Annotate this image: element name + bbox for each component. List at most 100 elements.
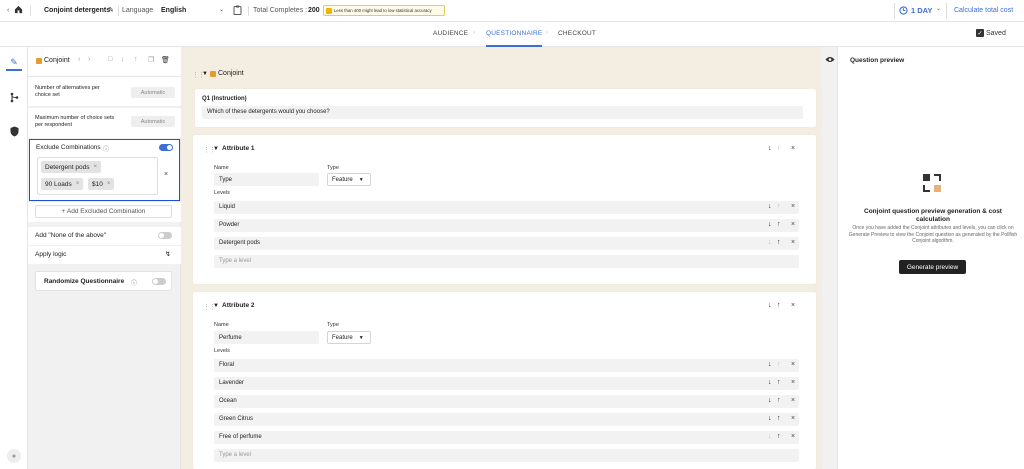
move-down-icon[interactable]: ↓	[768, 221, 772, 228]
delete-level-icon[interactable]: ×	[791, 433, 795, 440]
level-row[interactable]: Ocean	[214, 395, 799, 408]
add-excluded-button[interactable]: + Add Excluded Combination	[35, 205, 172, 218]
attribute-type-select[interactable]: Feature ▼	[327, 173, 371, 186]
move-down-icon[interactable]: ↓	[768, 397, 772, 404]
attribute-name-input[interactable]: Perfume	[214, 331, 319, 344]
level-row[interactable]: Powder	[214, 219, 799, 232]
prev-block-icon[interactable]: ‹	[78, 56, 80, 63]
level-row[interactable]: Green Citrus	[214, 413, 799, 426]
duration-chevron-icon[interactable]: ⌄	[936, 5, 941, 12]
home-icon[interactable]	[14, 5, 23, 16]
chevron-down-icon[interactable]: ⌄	[219, 6, 224, 13]
eye-icon[interactable]	[825, 56, 835, 65]
question-text[interactable]: Which of these detergents would you choo…	[202, 106, 803, 119]
delete-attribute-icon[interactable]: ×	[791, 145, 795, 152]
none-of-above-label: Add "None of the above"	[35, 232, 107, 239]
calculate-cost-link[interactable]: Calculate total cost	[954, 7, 1013, 14]
collapse-attribute-icon[interactable]: ▼	[213, 146, 219, 152]
level-row[interactable]: Free of perfume	[214, 431, 799, 444]
tab-audience[interactable]: AUDIENCE	[433, 30, 468, 37]
move-down-icon[interactable]: ↓	[768, 361, 772, 368]
attribute-name-input[interactable]: Type	[214, 173, 319, 186]
chip-90-loads[interactable]: 90 Loads ×	[41, 178, 84, 190]
chip-label: 90 Loads	[45, 180, 72, 188]
attribute-type-select[interactable]: Feature ▼	[327, 331, 371, 344]
question-card-q1[interactable]: Q1 (Instruction) Which of these detergen…	[195, 89, 816, 127]
remove-combination-icon[interactable]: ×	[164, 171, 168, 178]
language-label: Language	[122, 7, 154, 14]
help-bulb-icon[interactable]: ●	[7, 449, 21, 463]
new-level-input[interactable]: Type a level	[214, 255, 799, 268]
delete-icon[interactable]: 🗑	[161, 56, 170, 64]
collapse-block-icon[interactable]: ▼	[202, 71, 208, 77]
clipboard-icon[interactable]	[233, 5, 242, 17]
language-separator	[118, 6, 119, 16]
none-of-above-toggle[interactable]	[158, 232, 172, 239]
level-row[interactable]: Floral	[214, 359, 799, 372]
move-up-icon[interactable]: ↑	[777, 239, 781, 246]
move-up-icon[interactable]: ↑	[777, 397, 781, 404]
move-down-icon[interactable]: ↓	[768, 415, 772, 422]
move-up-icon[interactable]: ↑	[777, 302, 781, 309]
exclude-toggle[interactable]	[159, 144, 173, 151]
chip-remove-icon[interactable]: ×	[76, 181, 80, 187]
move-down-icon[interactable]: ↓	[768, 145, 772, 152]
level-row[interactable]: Detergent pods	[214, 237, 799, 250]
edit-icon[interactable]: ✎	[6, 55, 22, 71]
delete-level-icon[interactable]: ×	[791, 361, 795, 368]
total-completes-value[interactable]: 200	[308, 7, 320, 14]
collapse-icon[interactable]: □	[108, 56, 112, 63]
delete-attribute-icon[interactable]: ×	[791, 302, 795, 309]
move-up-icon[interactable]: ↑	[134, 56, 138, 63]
move-down-icon[interactable]: ↓	[768, 302, 772, 309]
tab-checkout[interactable]: CHECKOUT	[558, 30, 596, 37]
delete-level-icon[interactable]: ×	[791, 221, 795, 228]
move-up-icon[interactable]: ↑	[777, 145, 781, 152]
move-down-icon[interactable]: ↓	[768, 379, 772, 386]
language-select[interactable]: English	[161, 7, 186, 14]
clock-icon[interactable]	[899, 6, 908, 17]
delete-level-icon[interactable]: ×	[791, 379, 795, 386]
move-down-icon[interactable]: ↓	[121, 56, 125, 63]
generate-preview-button[interactable]: Generate preview	[899, 260, 966, 274]
warning-icon	[326, 7, 332, 14]
delete-level-icon[interactable]: ×	[791, 397, 795, 404]
delete-level-icon[interactable]: ×	[791, 203, 795, 210]
chip-remove-icon[interactable]: ×	[107, 181, 111, 187]
back-icon[interactable]: ‹	[7, 7, 9, 14]
move-down-icon[interactable]: ↓	[768, 239, 772, 246]
move-up-icon[interactable]: ↑	[777, 379, 781, 386]
level-row[interactable]: Liquid	[214, 201, 799, 214]
type-value: Feature	[332, 176, 353, 183]
survey-title[interactable]: Conjoint detergents	[44, 7, 110, 14]
move-up-icon[interactable]: ↑	[777, 221, 781, 228]
move-up-icon[interactable]: ↑	[777, 203, 781, 210]
chip-detergent-pods[interactable]: Detergent pods ×	[41, 161, 101, 173]
collapse-attribute-icon[interactable]: ▼	[213, 303, 219, 309]
move-down-icon[interactable]: ↓	[768, 203, 772, 210]
duplicate-icon[interactable]: ❐	[148, 56, 154, 64]
new-level-input[interactable]: Type a level	[214, 449, 799, 462]
move-up-icon[interactable]: ↑	[777, 361, 781, 368]
move-up-icon[interactable]: ↑	[777, 433, 781, 440]
duration-select[interactable]: 1 DAY	[911, 6, 932, 15]
move-down-icon[interactable]: ↓	[768, 433, 772, 440]
next-block-icon[interactable]: ›	[88, 56, 90, 63]
level-row[interactable]: Lavender	[214, 377, 799, 390]
delete-level-icon[interactable]: ×	[791, 415, 795, 422]
apply-logic-setting[interactable]: Apply logic ↯	[28, 246, 181, 264]
shield-icon[interactable]	[6, 123, 22, 139]
alternatives-input[interactable]: Automatic	[131, 87, 175, 98]
saved-status: Saved	[986, 30, 1006, 37]
logic-branch-icon[interactable]	[6, 89, 22, 105]
step-tabs: AUDIENCE › QUESTIONNAIRE › CHECKOUT ✓ Sa…	[0, 22, 1024, 47]
randomize-toggle[interactable]	[152, 278, 166, 285]
tab-questionnaire[interactable]: QUESTIONNAIRE	[486, 30, 543, 47]
delete-level-icon[interactable]: ×	[791, 239, 795, 246]
max-sets-input[interactable]: Automatic	[131, 116, 175, 127]
logic-branch-icon[interactable]: ↯	[165, 250, 171, 258]
edit-title-icon[interactable]: ✎	[108, 6, 114, 14]
move-up-icon[interactable]: ↑	[777, 415, 781, 422]
chip-price[interactable]: $10 ×	[88, 178, 115, 190]
chip-remove-icon[interactable]: ×	[93, 164, 97, 170]
